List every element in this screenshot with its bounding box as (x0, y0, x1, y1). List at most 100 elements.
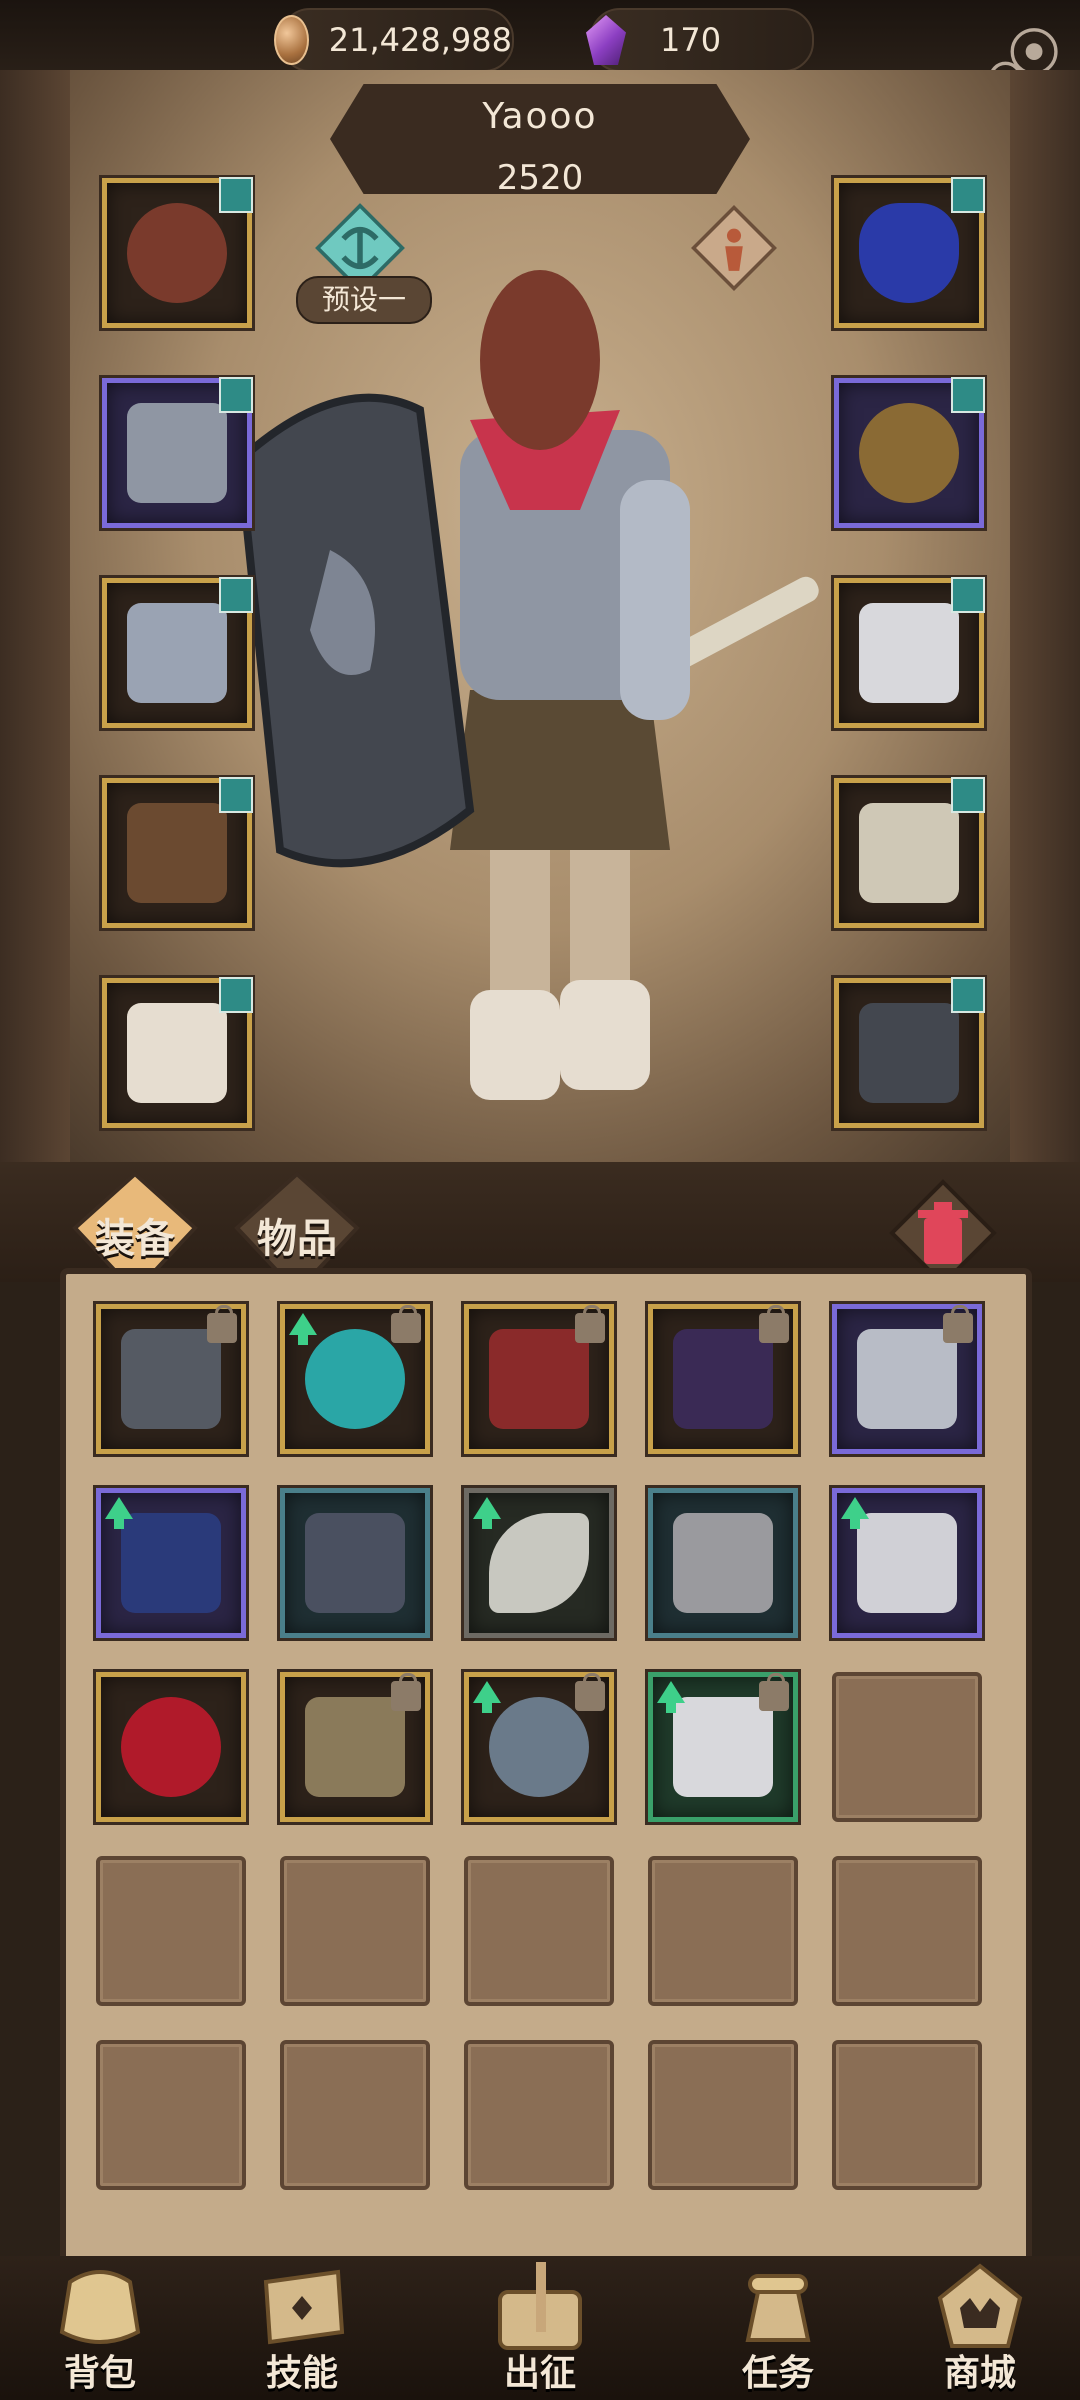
lock-icon (759, 1305, 789, 1343)
weapon-item-icon (859, 803, 959, 903)
frame-left (0, 70, 70, 1170)
crimson-helm-icon (121, 1697, 221, 1797)
winged-helm-icon (857, 1329, 957, 1429)
inventory-slot[interactable] (832, 1304, 982, 1454)
equip-slot-offhand[interactable] (834, 977, 985, 1128)
plate-armor-icon (305, 1513, 405, 1613)
level-badge (219, 777, 253, 813)
serpent-chain-icon (489, 1697, 589, 1797)
curved-blade-icon (489, 1513, 589, 1613)
inventory-slot[interactable] (96, 1488, 246, 1638)
nav-shop-label: 商城 (943, 2353, 1016, 2394)
feathered-hat-icon (121, 1329, 221, 1429)
empty-inventory-slot[interactable] (280, 2040, 430, 2190)
equip-slot-shoulder[interactable] (834, 577, 985, 728)
blue-pants-icon (121, 1513, 221, 1613)
chest-item-icon (127, 403, 227, 503)
tab-equipment-label[interactable]: 装备 (60, 1206, 210, 1264)
inventory-slot[interactable] (280, 1488, 430, 1638)
boots-item-icon (127, 1003, 227, 1103)
lock-icon (575, 1673, 605, 1711)
upgrade-arrow-icon (473, 1497, 501, 1529)
level-badge (951, 577, 985, 613)
coin-counter[interactable]: 21,428,988 (274, 8, 514, 72)
head-item-icon (127, 203, 227, 303)
emerald-amulet-icon (305, 1329, 405, 1429)
upgrade-arrow-icon (657, 1681, 685, 1713)
upgrade-arrow-icon (841, 1497, 869, 1529)
equip-slot-gloves[interactable] (102, 577, 253, 728)
lock-icon (391, 1673, 421, 1711)
lock-icon (575, 1305, 605, 1343)
inventory-slot[interactable] (464, 1488, 614, 1638)
lock-icon (759, 1673, 789, 1711)
empty-inventory-slot[interactable] (464, 1856, 614, 2006)
nav-quests-label: 任务 (741, 2353, 814, 2394)
red-bracer-icon (489, 1329, 589, 1429)
inventory-slot[interactable] (464, 1672, 614, 1822)
equip-slot-boots[interactable] (102, 977, 253, 1128)
empty-inventory-slot[interactable] (832, 2040, 982, 2190)
empty-inventory-slot[interactable] (464, 2040, 614, 2190)
coin-amount: 21,428,988 (328, 21, 512, 59)
empty-inventory-slot[interactable] (96, 2040, 246, 2190)
gem-counter[interactable]: 170 (586, 8, 814, 72)
level-badge (951, 977, 985, 1013)
nav-skills-label: 技能 (265, 2353, 338, 2394)
upgrade-arrow-icon (473, 1681, 501, 1713)
equip-slot-chest[interactable] (102, 377, 253, 528)
skill-book-icon (263, 2269, 345, 2345)
shield-item-icon (859, 1003, 959, 1103)
lock-icon (943, 1305, 973, 1343)
equip-slot-belt[interactable] (102, 777, 253, 928)
level-badge (951, 377, 985, 413)
empty-inventory-slot[interactable] (832, 1856, 982, 2006)
frame-right (1010, 70, 1080, 1170)
nav-battle-label: 出征 (503, 2353, 576, 2394)
ring-item-icon (859, 403, 959, 503)
inventory-slot[interactable] (832, 1488, 982, 1638)
gem-amount: 170 (660, 21, 722, 59)
top-bar (0, 0, 1080, 76)
belt-item-icon (127, 803, 227, 903)
level-badge (219, 377, 253, 413)
inventory-slot[interactable] (280, 1304, 430, 1454)
empty-inventory-slot[interactable] (648, 1856, 798, 2006)
equip-slot-necklace[interactable] (834, 177, 985, 328)
tab-items-label[interactable]: 物品 (222, 1206, 372, 1264)
necklace-item-icon (859, 203, 959, 303)
empty-inventory-slot[interactable] (96, 1856, 246, 2006)
level-badge (951, 177, 985, 213)
backpack-icon (59, 2270, 141, 2344)
upgrade-arrow-icon (105, 1497, 133, 1529)
shoulder-item-icon (859, 603, 959, 703)
level-badge (219, 577, 253, 613)
lock-icon (207, 1305, 237, 1343)
level-badge (219, 977, 253, 1013)
inventory-slot[interactable] (280, 1672, 430, 1822)
equip-slot-ring[interactable] (834, 377, 985, 528)
inventory-slot[interactable] (648, 1304, 798, 1454)
spiked-crown-icon (673, 1329, 773, 1429)
nav-shop[interactable]: 商城 (890, 2262, 1070, 2400)
nav-skills[interactable]: 技能 (212, 2262, 392, 2400)
inventory-slot[interactable] (96, 1672, 246, 1822)
hero-character (235, 270, 819, 1100)
battle-map-icon (498, 2262, 582, 2350)
level-badge (219, 177, 253, 213)
inventory-slot[interactable] (96, 1304, 246, 1454)
empty-inventory-slot[interactable] (832, 1672, 982, 1822)
empty-inventory-slot[interactable] (280, 1856, 430, 2006)
leather-chestplate-icon (673, 1513, 773, 1613)
upgrade-arrow-icon (289, 1313, 317, 1345)
beast-mask-icon (305, 1697, 405, 1797)
nav-battle[interactable]: 出征 (450, 2262, 630, 2400)
equip-slot-head[interactable] (102, 177, 253, 328)
nav-backpack[interactable]: 背包 (10, 2262, 190, 2400)
inventory-slot[interactable] (648, 1672, 798, 1822)
empty-inventory-slot[interactable] (648, 2040, 798, 2190)
inventory-slot[interactable] (464, 1304, 614, 1454)
inventory-slot[interactable] (648, 1488, 798, 1638)
nav-quests[interactable]: 任务 (688, 2262, 868, 2400)
equip-slot-weapon[interactable] (834, 777, 985, 928)
